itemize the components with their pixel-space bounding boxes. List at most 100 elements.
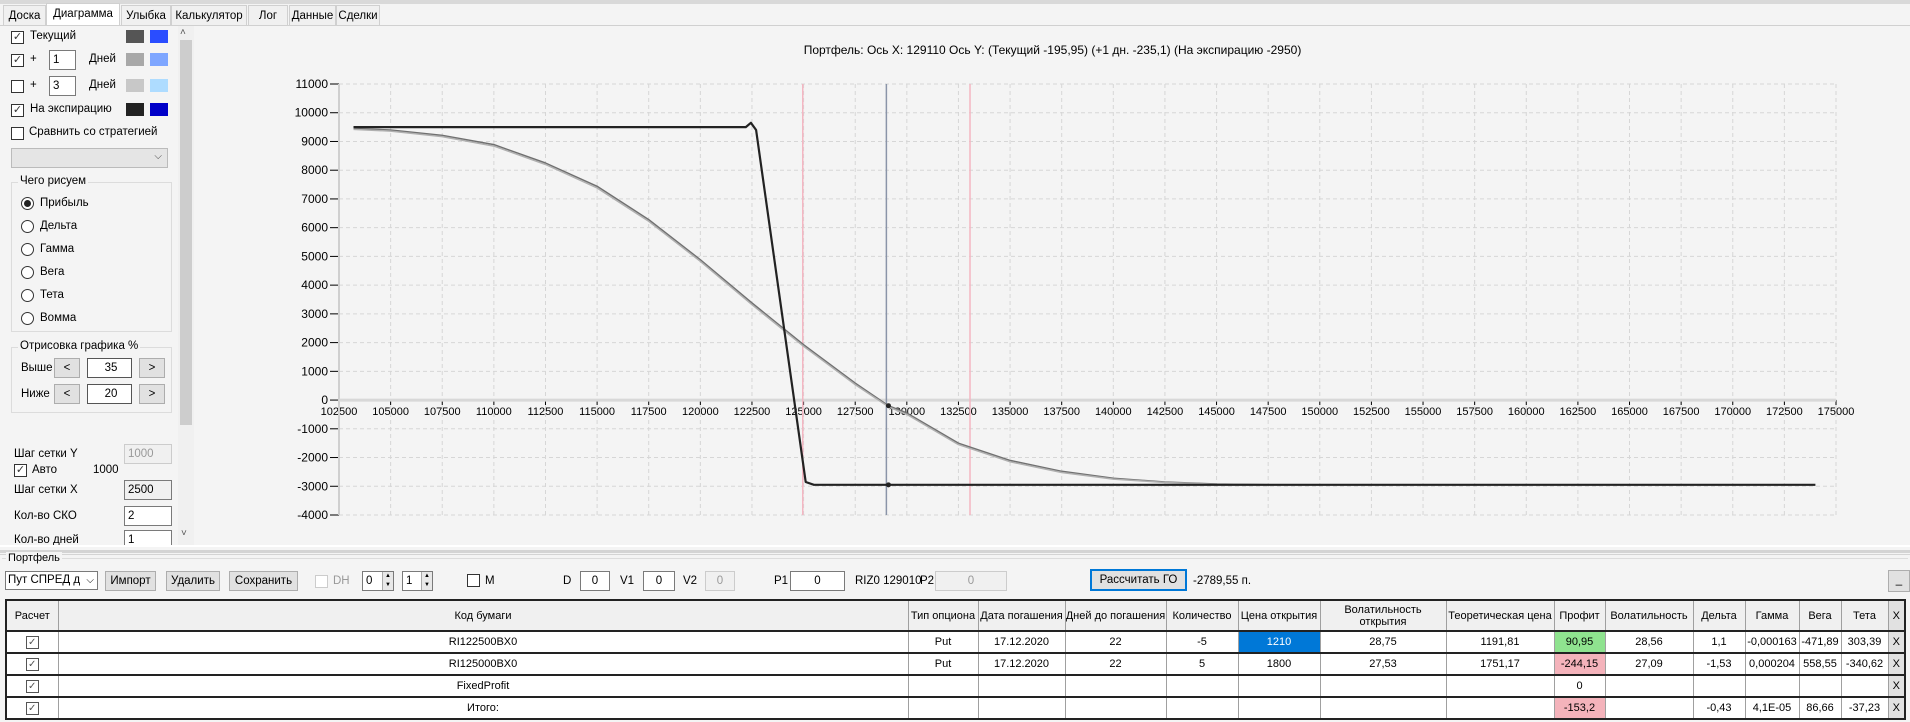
days-input[interactable]: 1 [124, 530, 172, 545]
column-header[interactable]: Код бумаги [57, 599, 909, 632]
calc-checkbox-cell[interactable]: ✓ [5, 652, 59, 676]
column-header[interactable]: Вега [1798, 599, 1842, 632]
current-color-swatch[interactable] [126, 30, 144, 43]
tab-2[interactable]: Улыбка [121, 5, 171, 25]
grid-x-input[interactable]: 2500 [124, 480, 172, 500]
table-cell[interactable]: 27,09 [1604, 652, 1694, 676]
table-cell[interactable]: 28,75 [1319, 630, 1447, 654]
table-cell[interactable]: 90,95 [1553, 630, 1606, 654]
plus3-checkbox[interactable] [11, 80, 24, 93]
expiration-checkbox[interactable]: ✓ [11, 104, 24, 117]
plus3-alt-color-swatch[interactable] [150, 79, 168, 92]
column-header[interactable]: Тета [1840, 599, 1889, 632]
column-header[interactable]: Дата погашения [977, 599, 1066, 632]
remove-row-button[interactable]: X [1887, 652, 1906, 676]
strategy-dropdown[interactable]: ⌵ [11, 148, 168, 168]
radio-3[interactable] [21, 266, 34, 279]
calc-checkbox-cell[interactable]: ✓ [5, 696, 59, 720]
table-cell[interactable]: 1210 [1237, 630, 1321, 654]
table-cell[interactable]: 28,56 [1604, 630, 1694, 654]
table-cell[interactable]: Put [907, 652, 979, 676]
plus1-days-input[interactable]: 1 [49, 50, 76, 70]
table-cell[interactable]: 303,39 [1840, 630, 1889, 654]
calc-checkbox[interactable]: ✓ [25, 701, 39, 715]
table-cell[interactable] [1237, 674, 1321, 698]
table-cell[interactable] [977, 674, 1066, 698]
column-header[interactable]: Теоретическая цена [1445, 599, 1555, 632]
table-cell[interactable]: 1751,17 [1445, 652, 1555, 676]
compare-checkbox[interactable] [11, 127, 24, 140]
column-header[interactable]: Волатильность [1604, 599, 1694, 632]
v2-input[interactable]: 0 [705, 571, 735, 591]
table-cell[interactable]: 27,53 [1319, 652, 1447, 676]
table-cell[interactable] [1237, 696, 1321, 720]
spin-arrows-icon[interactable]: ▲ ▼ [421, 572, 432, 590]
table-cell[interactable] [1604, 696, 1694, 720]
table-cell[interactable] [1840, 674, 1889, 698]
tab-5[interactable]: Данные [289, 5, 336, 25]
current-alt-color-swatch[interactable] [150, 30, 168, 43]
table-cell[interactable] [1064, 674, 1167, 698]
tab-3[interactable]: Калькулятор [171, 5, 247, 25]
column-header[interactable]: X [1887, 599, 1906, 632]
table-cell[interactable]: 5 [1165, 652, 1239, 676]
below-increase-button[interactable]: > [139, 384, 165, 404]
column-header[interactable]: Дельта [1692, 599, 1746, 632]
save-button[interactable]: Сохранить [229, 571, 298, 591]
below-input[interactable]: 20 [87, 384, 132, 404]
radio-1[interactable] [21, 220, 34, 233]
spin1-input[interactable]: 0 ▲ ▼ [362, 571, 394, 591]
tab-1[interactable]: Диаграмма [46, 3, 120, 26]
table-cell[interactable]: 4,1E-05 [1744, 696, 1800, 720]
spin-arrows-icon[interactable]: ▲ ▼ [382, 572, 393, 590]
delete-button[interactable]: Удалить [166, 571, 220, 591]
table-cell[interactable] [1604, 674, 1694, 698]
calc-checkbox-cell[interactable]: ✓ [5, 630, 59, 654]
radio-2[interactable] [21, 243, 34, 256]
table-cell[interactable] [1445, 674, 1555, 698]
plus1-checkbox[interactable]: ✓ [11, 54, 24, 67]
table-cell[interactable]: 17.12.2020 [977, 630, 1066, 654]
column-header[interactable]: Тип опциона [907, 599, 979, 632]
table-cell[interactable]: 0 [1553, 674, 1606, 698]
m-checkbox[interactable] [467, 574, 480, 587]
strategy-select[interactable]: Пут СПРЕД д ⌵ [5, 571, 98, 590]
column-header[interactable]: Волатильность открытия [1319, 599, 1447, 632]
table-cell[interactable]: 1800 [1237, 652, 1321, 676]
table-cell[interactable]: Put [907, 630, 979, 654]
table-cell[interactable]: -0,43 [1692, 696, 1746, 720]
tab-4[interactable]: Лог [248, 5, 288, 25]
remove-row-button[interactable]: X [1887, 630, 1906, 654]
table-cell[interactable] [907, 696, 979, 720]
table-row[interactable]: ✓ Итого: -153,2 -0,43 4,1E-05 86,66 -37,23 X [5, 696, 1906, 720]
grid-y-input[interactable]: 1000 [124, 444, 172, 464]
below-decrease-button[interactable]: < [54, 384, 80, 404]
import-button[interactable]: Импорт [105, 571, 156, 591]
column-header[interactable]: Расчет [5, 599, 59, 632]
sko-input[interactable]: 2 [124, 506, 172, 526]
calc-checkbox-cell[interactable]: ✓ [5, 674, 59, 698]
table-cell[interactable] [1692, 674, 1746, 698]
calc-checkbox[interactable]: ✓ [25, 657, 39, 671]
table-cell[interactable]: 1,1 [1692, 630, 1746, 654]
remove-row-button[interactable]: X [1887, 696, 1906, 720]
calc-checkbox[interactable]: ✓ [25, 635, 39, 649]
table-cell[interactable]: Итого: [57, 696, 909, 720]
table-cell[interactable]: 1191,81 [1445, 630, 1555, 654]
table-cell[interactable]: 22 [1064, 630, 1167, 654]
table-row[interactable]: ✓ FixedProfit 0 X [5, 674, 1906, 698]
table-cell[interactable] [1064, 696, 1167, 720]
expiration-color-swatch[interactable] [126, 103, 144, 116]
table-cell[interactable] [1165, 696, 1239, 720]
table-row[interactable]: ✓ RI122500BX0 Put 17.12.2020 22 -5 1210 28,75 11… [5, 630, 1906, 654]
plus1-alt-color-swatch[interactable] [150, 53, 168, 66]
table-cell[interactable]: -5 [1165, 630, 1239, 654]
above-increase-button[interactable]: > [139, 358, 165, 378]
calculate-go-button[interactable]: Рассчитать ГО [1090, 569, 1187, 591]
plus1-color-swatch[interactable] [126, 53, 144, 66]
radio-0[interactable] [21, 197, 34, 210]
table-cell[interactable]: -244,15 [1553, 652, 1606, 676]
column-header[interactable]: Дней до погашения [1064, 599, 1167, 632]
scroll-up-icon[interactable]: ˄ [180, 27, 186, 38]
table-cell[interactable]: 558,55 [1798, 652, 1842, 676]
